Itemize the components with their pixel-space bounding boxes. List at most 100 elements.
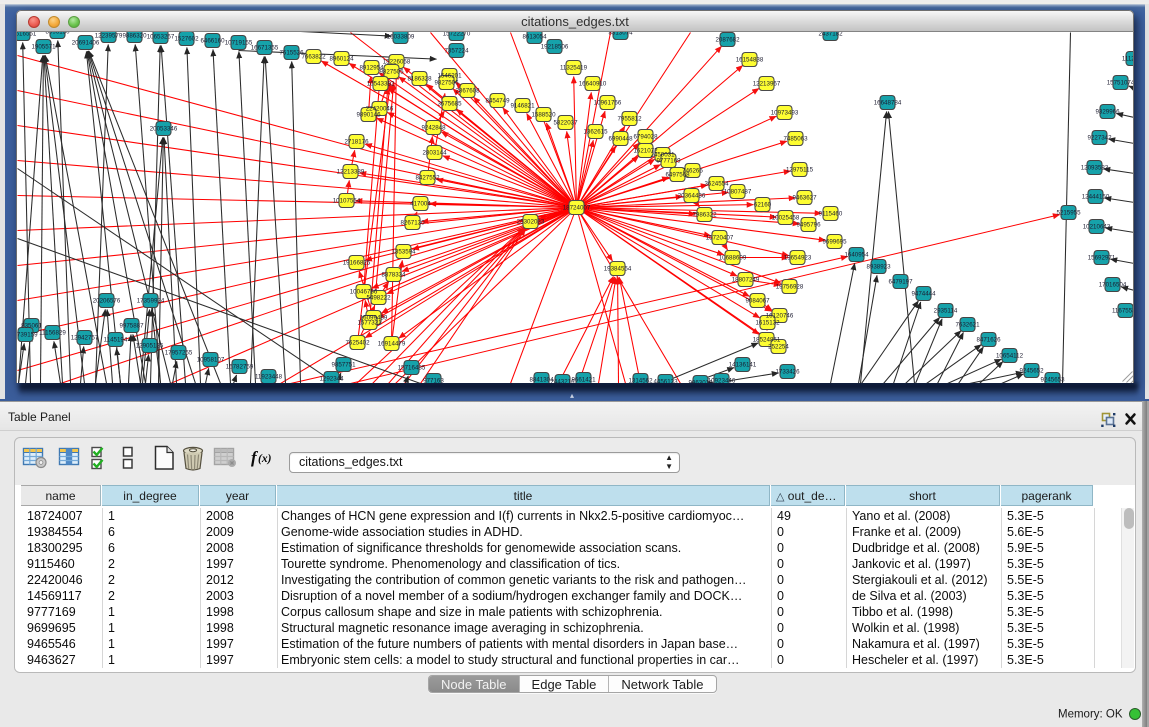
svg-text:10107554: 10107554 (333, 197, 361, 204)
svg-text:8471626: 8471626 (976, 336, 1001, 343)
svg-text:10688609: 10688609 (719, 254, 747, 261)
svg-text:15722270: 15722270 (443, 32, 471, 38)
svg-text:15716485: 15716485 (398, 364, 426, 371)
svg-text:7625402: 7625402 (345, 339, 370, 346)
svg-text:10923446: 10923446 (708, 377, 736, 382)
svg-text:8938923: 8938923 (866, 263, 891, 270)
svg-text:4456123: 4456123 (653, 378, 678, 382)
svg-text:10719155: 10719155 (225, 39, 253, 46)
svg-text:417004: 417004 (410, 200, 431, 207)
svg-text:9975887: 9975887 (119, 322, 144, 329)
svg-text:9463627: 9463627 (792, 194, 817, 201)
svg-text:20516551: 20516551 (17, 32, 37, 38)
svg-text:20364436: 20364436 (678, 192, 706, 199)
svg-text:10654112: 10654112 (996, 352, 1024, 359)
svg-text:12942757: 12942757 (71, 334, 99, 341)
svg-text:9857751: 9857751 (331, 361, 356, 368)
svg-text:2935114: 2935114 (934, 307, 958, 314)
svg-text:1145194: 1145194 (104, 336, 128, 343)
svg-text:9890146: 9890146 (356, 111, 381, 118)
svg-text:1588520: 1588520 (531, 111, 556, 118)
svg-text:9739159: 9739159 (17, 331, 38, 338)
svg-text:7485063: 7485063 (783, 135, 808, 142)
svg-text:16782759: 16782759 (226, 363, 254, 370)
svg-text:5215955: 5215955 (1056, 209, 1081, 216)
svg-text:1353594: 1353594 (391, 248, 416, 255)
svg-text:20206576: 20206576 (93, 297, 121, 304)
svg-text:9084067: 9084067 (745, 297, 770, 304)
svg-text:16914479: 16914479 (378, 340, 406, 347)
svg-text:5822037: 5822037 (553, 119, 578, 126)
svg-text:1615132: 1615132 (755, 319, 780, 326)
svg-text:9777169: 9777169 (656, 157, 681, 164)
svg-text:9699695: 9699695 (822, 238, 847, 245)
svg-text:7986322: 7986322 (692, 211, 717, 218)
svg-text:9474444: 9474444 (911, 290, 936, 297)
svg-text:1112744: 1112744 (1122, 55, 1134, 62)
svg-text:19166825: 19166825 (343, 259, 371, 266)
svg-text:25302033: 25302033 (517, 218, 545, 225)
svg-text:5498222: 5498222 (366, 294, 391, 301)
svg-text:16671355: 16671355 (251, 44, 279, 51)
svg-text:6466160: 6466160 (200, 37, 225, 44)
svg-text:11675533: 11675533 (1112, 307, 1134, 314)
svg-text:2437182: 2437182 (818, 32, 843, 38)
svg-text:10961766: 10961766 (594, 99, 622, 106)
svg-text:7632621: 7632621 (955, 321, 980, 328)
svg-text:977163: 977163 (423, 377, 444, 382)
svg-text:9245653: 9245653 (1040, 376, 1065, 382)
svg-text:17957255: 17957255 (165, 349, 193, 356)
svg-text:1362615: 1362615 (583, 128, 608, 135)
svg-text:10653267: 10653267 (147, 33, 175, 40)
svg-text:3675685: 3675685 (437, 100, 462, 107)
svg-text:19654923: 19654923 (784, 254, 812, 261)
svg-text:7515526: 7515526 (279, 49, 304, 56)
svg-text:252254: 252254 (768, 343, 789, 350)
svg-text:16033809: 16033809 (387, 33, 415, 40)
svg-text:8186328: 8186328 (407, 75, 432, 82)
svg-text:16640910: 16640910 (579, 80, 607, 87)
svg-text:11923448: 11923448 (255, 373, 283, 380)
svg-text:12213389: 12213389 (337, 168, 365, 175)
svg-text:18724007: 18724007 (563, 204, 591, 211)
svg-text:15692971: 15692971 (1088, 254, 1116, 261)
svg-text:9146821: 9146821 (510, 102, 535, 109)
svg-text:8878334: 8878334 (381, 271, 406, 278)
svg-text:2803144: 2803144 (422, 149, 447, 156)
svg-text:2087682: 2087682 (715, 36, 740, 43)
svg-text:16154838: 16154838 (736, 56, 764, 63)
svg-text:6990448: 6990448 (608, 135, 633, 142)
svg-text:8267130: 8267130 (400, 219, 425, 226)
svg-text:11325419: 11325419 (560, 64, 588, 71)
svg-text:10973493: 10973493 (771, 109, 799, 116)
svg-text:1527602: 1527602 (174, 35, 199, 42)
svg-text:19218506: 19218506 (541, 43, 569, 50)
svg-text:9115460: 9115460 (819, 210, 843, 217)
svg-text:14136141: 14136141 (729, 361, 757, 368)
svg-text:835061: 835061 (21, 322, 42, 329)
svg-text:8427552: 8427552 (415, 174, 440, 181)
svg-text:19384554: 19384554 (604, 265, 632, 272)
svg-text:6794028: 6794028 (633, 133, 658, 140)
svg-text:12213967: 12213967 (753, 80, 781, 87)
svg-text:8313074: 8313074 (608, 32, 633, 37)
svg-text:1546201: 1546201 (437, 72, 462, 79)
svg-text:12093583: 12093583 (1081, 164, 1109, 171)
svg-text:15226058: 15226058 (383, 58, 411, 65)
svg-text:7357224: 7357224 (444, 47, 469, 54)
svg-text:18807249: 18807249 (732, 276, 760, 283)
svg-text:15751074: 15751074 (1107, 79, 1134, 86)
svg-text:1640954: 1640954 (844, 251, 869, 258)
svg-text:8996130: 8996130 (45, 32, 70, 36)
svg-text:2867608: 2867608 (455, 87, 480, 94)
svg-text:8454749: 8454749 (485, 97, 510, 104)
svg-text:10958107: 10958107 (197, 356, 225, 363)
svg-text:62160: 62160 (754, 201, 772, 208)
svg-text:1314562: 1314562 (628, 377, 653, 382)
svg-text:9827506: 9827506 (434, 79, 459, 86)
svg-text:10543382: 10543382 (367, 80, 395, 87)
svg-text:12975115: 12975115 (786, 166, 814, 173)
svg-text:10025458: 10025458 (772, 214, 800, 221)
svg-text:9227342: 9227342 (1087, 134, 1112, 141)
svg-text:9661421: 9661421 (571, 376, 596, 382)
